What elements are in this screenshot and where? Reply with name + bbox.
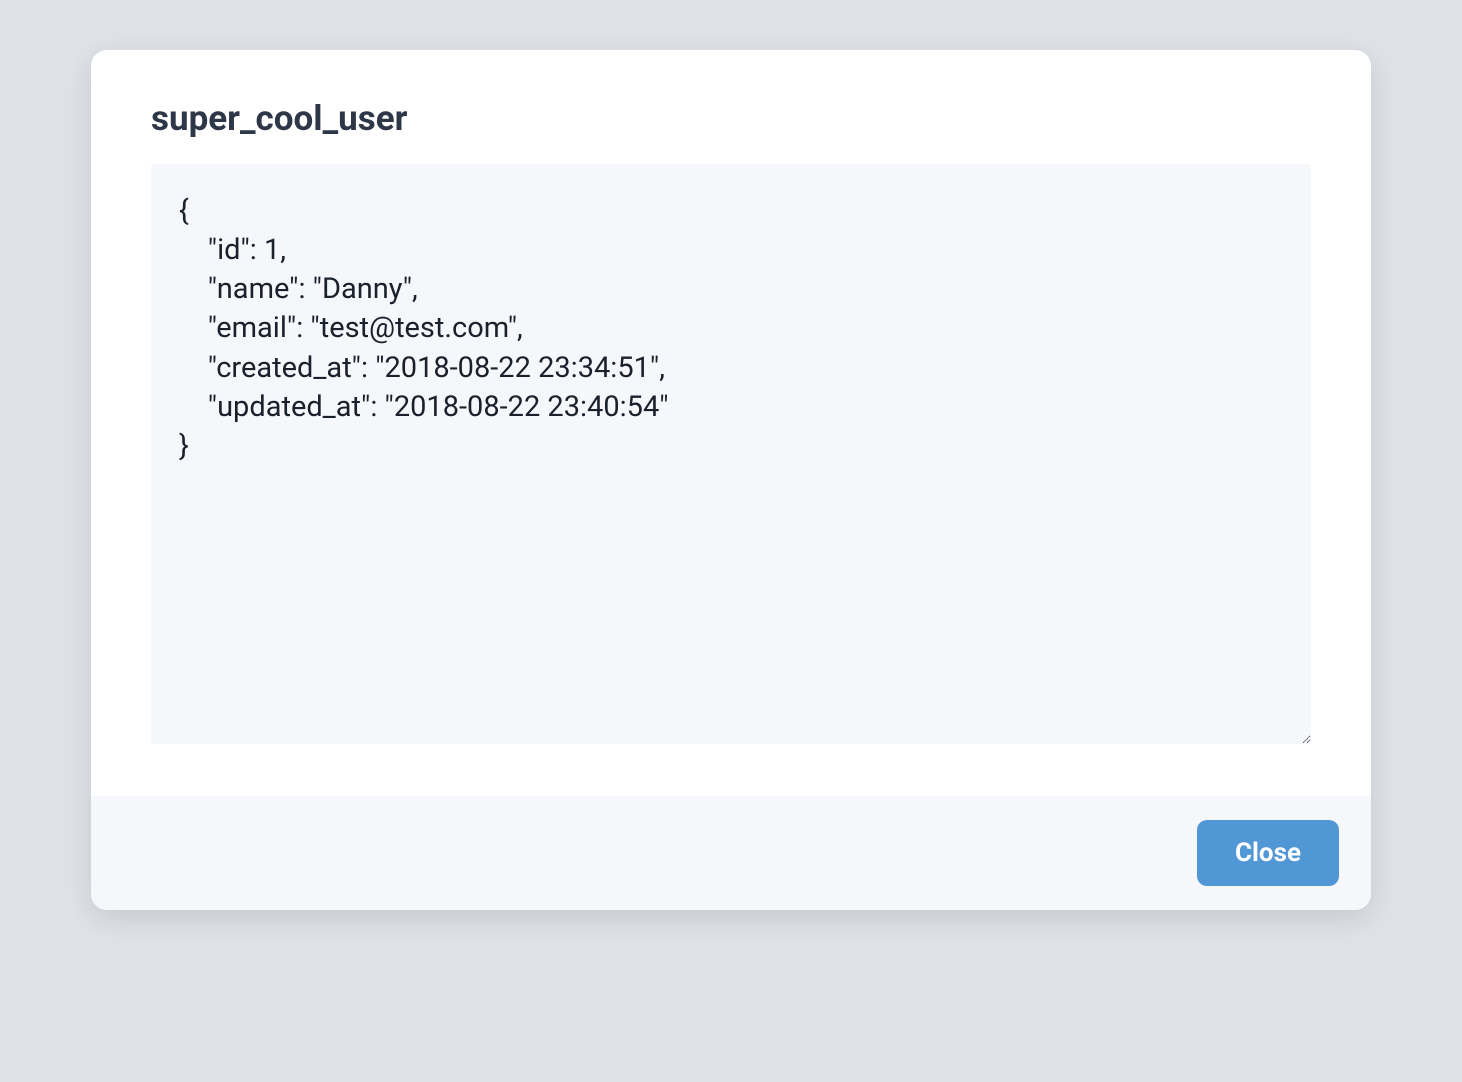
modal-title: super_cool_user [151,98,1311,140]
modal-dialog: super_cool_user Close [91,50,1371,910]
modal-body [91,164,1371,796]
modal-header: super_cool_user [91,50,1371,164]
close-button[interactable]: Close [1197,820,1339,886]
modal-footer: Close [91,796,1371,910]
json-content-textarea[interactable] [151,164,1311,744]
